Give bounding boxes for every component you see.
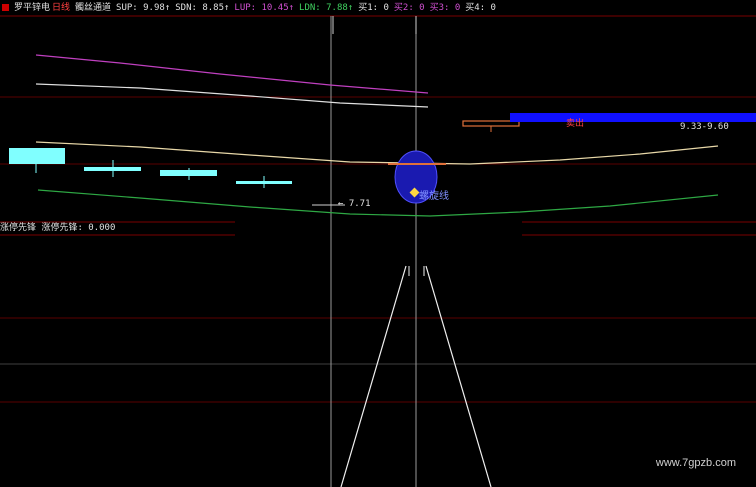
sup-line [35, 83, 429, 108]
candle [9, 148, 65, 164]
main-chart[interactable] [0, 0, 756, 487]
sdn-value: SDN: 8.85↑ [175, 3, 230, 13]
watermark: www.7gpzb.com [655, 457, 736, 469]
spiral-label: 螺旋线 [419, 191, 449, 202]
v-line [340, 265, 407, 487]
buy3-value: 买3: 0 [429, 3, 461, 13]
sdn-line [35, 141, 719, 165]
sup-value: SUP: 9.98↑ [116, 3, 171, 13]
period-label[interactable]: 日线 [52, 3, 70, 13]
blue-band [510, 113, 756, 122]
low-price-label: ← 7.71 [338, 199, 371, 209]
close-icon[interactable] [2, 4, 9, 11]
ldn-line [37, 189, 719, 217]
lup-line [35, 54, 429, 94]
lup-value: LUP: 10.45↑ [234, 3, 295, 13]
indicator-name[interactable]: 髑丝通道 [75, 3, 111, 13]
sub-panel-header: 涨停先锋 涨停先锋: 0.000 [0, 222, 115, 234]
buy1-value: 买1: 0 [358, 3, 389, 13]
ldn-value: LDN: 7.88↑ [299, 3, 354, 13]
sell-label: 卖出 [566, 119, 585, 129]
buy2-value: 买2: 0 [393, 3, 425, 13]
buy4-value: 买4: 0 [465, 3, 496, 13]
header-bar: 罗平锌电 日线 髑丝通道 SUP: 9.98↑ SDN: 8.85↑ LUP: 10.45… [0, 0, 756, 16]
sub-panel-title[interactable]: 涨停先锋 [0, 223, 36, 233]
price-range-label: 9.33-9.60 [680, 122, 729, 132]
v-line [425, 265, 492, 487]
sub-panel-value: 涨停先锋: 0.000 [41, 223, 116, 233]
stock-name[interactable]: 罗平锌电 [14, 3, 50, 13]
